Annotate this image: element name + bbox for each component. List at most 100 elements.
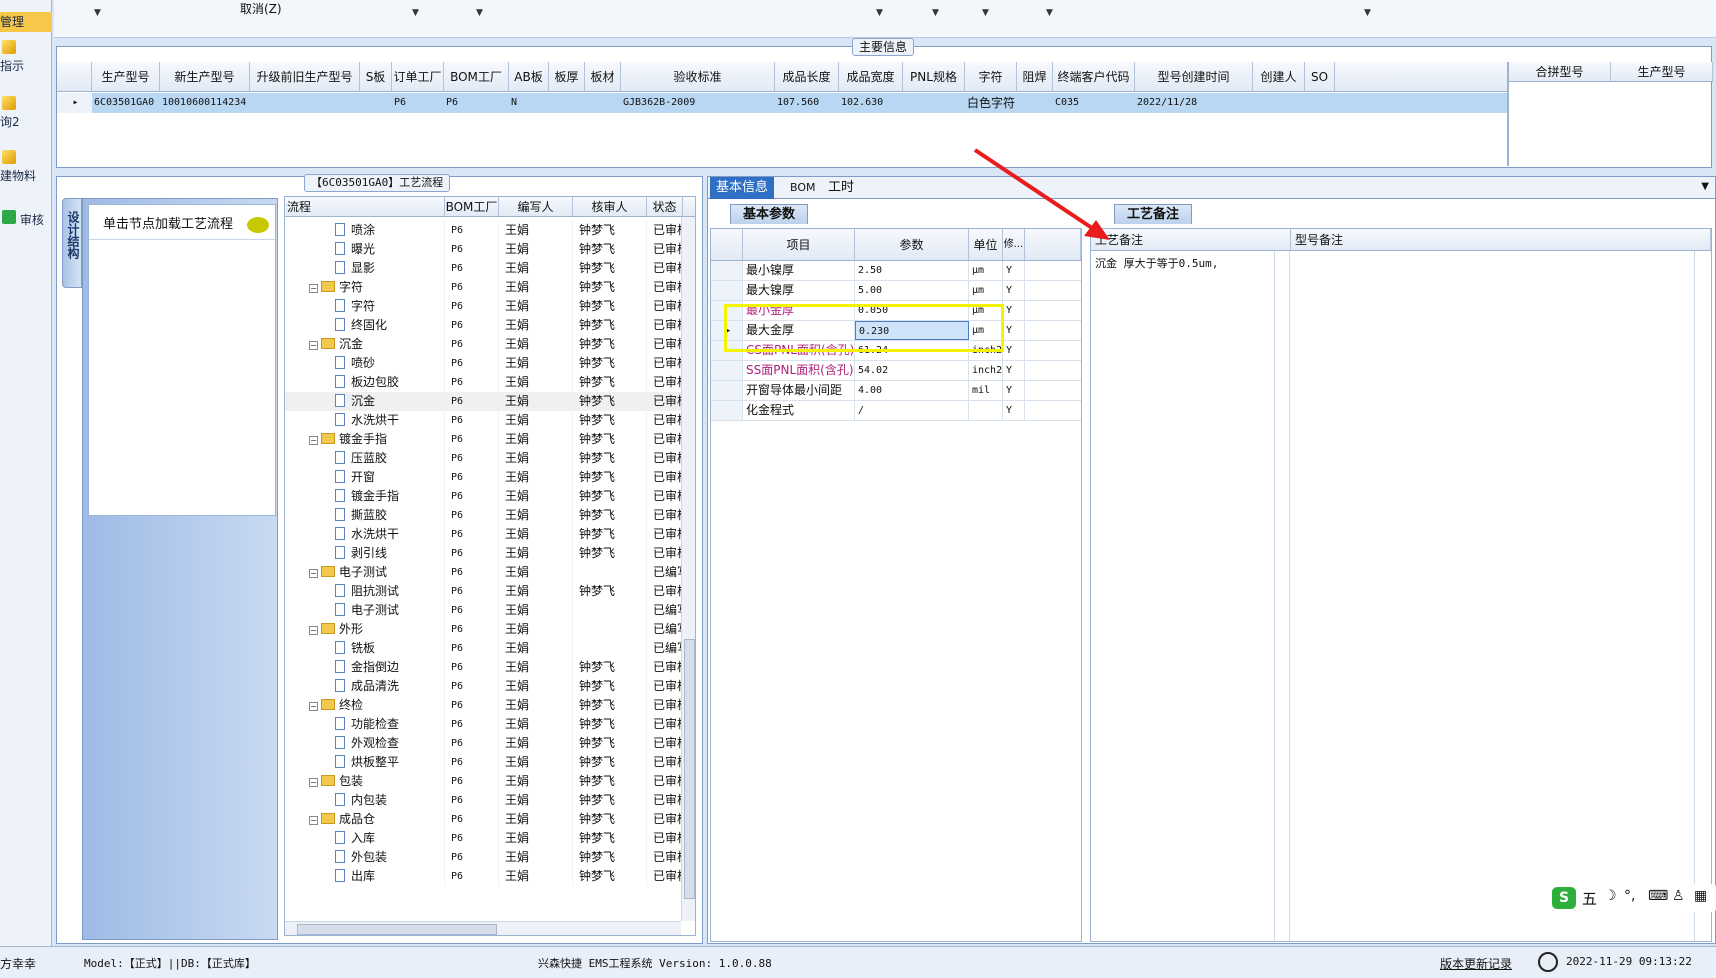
tree-cell-bom[interactable]: P6 — [445, 449, 499, 468]
param-cell-item[interactable]: 开窗导体最小间距 — [743, 381, 855, 400]
tree-cell-bom[interactable]: P6 — [445, 772, 499, 791]
tab-bom[interactable]: BOM — [784, 177, 822, 199]
tree-node[interactable]: 入库 — [285, 829, 445, 848]
tree-cell-bom[interactable]: P6 — [445, 221, 499, 240]
dropdown-arrow-icon[interactable]: ▼ — [94, 8, 101, 18]
collapse-icon[interactable]: − — [309, 626, 318, 635]
tree-row[interactable]: 铣板 P6王娟 已编写 — [285, 639, 695, 658]
tree-cell-reviewer[interactable]: 钟梦飞 — [573, 525, 647, 544]
param-cell-mod[interactable]: Y — [1003, 341, 1025, 360]
tree-cell-writer[interactable]: 王娟 — [499, 601, 573, 620]
param-cell-value[interactable]: 4.00 — [855, 381, 969, 400]
tree-cell-reviewer[interactable]: 钟梦飞 — [573, 506, 647, 525]
moon-icon[interactable]: ☽ — [1604, 888, 1617, 904]
col-header[interactable]: 板材 — [585, 62, 621, 91]
tree-cell-bom[interactable]: P6 — [445, 715, 499, 734]
tree-cell-writer[interactable]: 王娟 — [499, 430, 573, 449]
tree-cell-bom[interactable]: P6 — [445, 848, 499, 867]
scrollbar-thumb[interactable] — [297, 924, 497, 935]
tab-process-notes[interactable]: 工艺备注 — [1114, 204, 1193, 224]
tree-cell-bom[interactable]: P6 — [445, 430, 499, 449]
tab-menu-arrow-icon[interactable]: ▼ — [1701, 181, 1709, 192]
tree-cell-bom[interactable]: P6 — [445, 696, 499, 715]
tree-cell-bom[interactable]: P6 — [445, 620, 499, 639]
tree-cell-bom[interactable]: P6 — [445, 563, 499, 582]
ime-mode-label[interactable]: 五 — [1582, 888, 1597, 909]
tree-cell-bom[interactable]: P6 — [445, 259, 499, 278]
tree-row[interactable]: − 外形 P6王娟 已编写 — [285, 620, 695, 639]
table-cell[interactable] — [585, 93, 621, 113]
param-cell-item[interactable]: 化金程式 — [743, 401, 855, 420]
tree-cell-reviewer[interactable]: 钟梦飞 — [573, 392, 647, 411]
tree-row[interactable]: 镀金手指 P6王娟钟梦飞已审核 — [285, 487, 695, 506]
tree-cell-reviewer[interactable]: 钟梦飞 — [573, 848, 647, 867]
dropdown-arrow-icon[interactable]: ▼ — [1046, 8, 1053, 18]
tree-cell-bom[interactable]: P6 — [445, 867, 499, 886]
tree-cell-bom[interactable]: P6 — [445, 487, 499, 506]
tree-cell-writer[interactable]: 王娟 — [499, 316, 573, 335]
tree-cell-bom[interactable]: P6 — [445, 753, 499, 772]
dropdown-arrow-icon[interactable]: ▼ — [876, 8, 883, 18]
tree-cell-status[interactable]: 已审核 — [647, 525, 683, 544]
col-header[interactable]: BOM工厂 — [445, 197, 499, 216]
tree-cell-writer[interactable]: 王娟 — [499, 487, 573, 506]
tree-row[interactable]: 出库 P6王娟钟梦飞已审核 — [285, 867, 695, 886]
vertical-scrollbar[interactable] — [681, 217, 695, 921]
tree-cell-bom[interactable]: P6 — [445, 829, 499, 848]
tree-cell-writer[interactable]: 王娟 — [499, 221, 573, 240]
col-header[interactable]: 生产型号 — [1611, 62, 1713, 81]
param-row[interactable]: 最小镍厚 2.50 μm Y — [711, 261, 1081, 281]
col-header[interactable]: 终端客户代码 — [1053, 62, 1135, 91]
tree-cell-reviewer[interactable]: 钟梦飞 — [573, 791, 647, 810]
tree-cell-reviewer[interactable]: 钟梦飞 — [573, 696, 647, 715]
table-cell[interactable]: N — [509, 93, 549, 113]
table-cell[interactable]: 10010600114234 — [160, 93, 250, 113]
collapse-icon[interactable]: − — [309, 778, 318, 787]
tree-cell-writer[interactable]: 王娟 — [499, 525, 573, 544]
col-header[interactable]: AB板 — [509, 62, 549, 91]
collapse-icon[interactable]: − — [309, 702, 318, 711]
tree-node[interactable]: 字符 — [285, 297, 445, 316]
param-cell-mod[interactable]: Y — [1003, 361, 1025, 380]
tree-row[interactable]: − 包装 P6王娟钟梦飞已审核 — [285, 772, 695, 791]
tab-basic-params[interactable]: 基本参数 — [730, 204, 809, 224]
col-header[interactable]: 编写人 — [499, 197, 573, 216]
param-row[interactable]: SS面PNL面积(含孔) 54.02 inch2 Y — [711, 361, 1081, 381]
grid-icon[interactable]: ▦ — [1694, 888, 1707, 904]
param-cell-unit[interactable]: inch2 — [969, 361, 1003, 380]
col-header[interactable]: 字符 — [965, 62, 1017, 91]
tree-cell-bom[interactable]: P6 — [445, 810, 499, 829]
tree-cell-status[interactable]: 已审核 — [647, 240, 683, 259]
collapse-icon[interactable]: − — [309, 816, 318, 825]
tree-cell-writer[interactable]: 王娟 — [499, 335, 573, 354]
param-cell-mod[interactable]: Y — [1003, 401, 1025, 420]
tree-cell-bom[interactable]: P6 — [445, 392, 499, 411]
table-cell[interactable] — [549, 93, 585, 113]
table-cell[interactable] — [250, 93, 360, 113]
tree-row[interactable]: − 沉金 P6王娟钟梦飞已审核 — [285, 335, 695, 354]
tree-cell-reviewer[interactable] — [573, 620, 647, 639]
param-cell-unit[interactable]: mil — [969, 381, 1003, 400]
tree-cell-reviewer[interactable]: 钟梦飞 — [573, 582, 647, 601]
tree-node[interactable]: 内包装 — [285, 791, 445, 810]
param-cell-unit[interactable] — [969, 401, 1003, 420]
tree-row[interactable]: 喷砂 P6王娟钟梦飞已审核 — [285, 354, 695, 373]
tree-row[interactable]: 外包装 P6王娟钟梦飞已审核 — [285, 848, 695, 867]
tree-cell-reviewer[interactable]: 钟梦飞 — [573, 753, 647, 772]
tab-work-hours[interactable]: 工时 — [822, 177, 860, 199]
col-header[interactable]: 工艺备注 — [1091, 229, 1291, 250]
tree-cell-status[interactable]: 已审核 — [647, 411, 683, 430]
tree-row[interactable]: − 字符 P6王娟钟梦飞已审核 — [285, 278, 695, 297]
tree-row[interactable]: 撕蓝胶 P6王娟钟梦飞已审核 — [285, 506, 695, 525]
tree-cell-reviewer[interactable]: 钟梦飞 — [573, 259, 647, 278]
tree-node[interactable]: 板边包胶 — [285, 373, 445, 392]
tree-cell-reviewer[interactable]: 钟梦飞 — [573, 468, 647, 487]
tree-cell-reviewer[interactable]: 钟梦飞 — [573, 430, 647, 449]
tree-row[interactable]: − 终检 P6王娟钟梦飞已审核 — [285, 696, 695, 715]
tree-cell-status[interactable]: 已审核 — [647, 582, 683, 601]
tree-cell-reviewer[interactable]: 钟梦飞 — [573, 867, 647, 886]
param-cell-value[interactable]: / — [855, 401, 969, 420]
table-cell[interactable]: P6 — [392, 93, 444, 113]
tree-node[interactable]: 烘板整平 — [285, 753, 445, 772]
tree-cell-reviewer[interactable]: 钟梦飞 — [573, 487, 647, 506]
